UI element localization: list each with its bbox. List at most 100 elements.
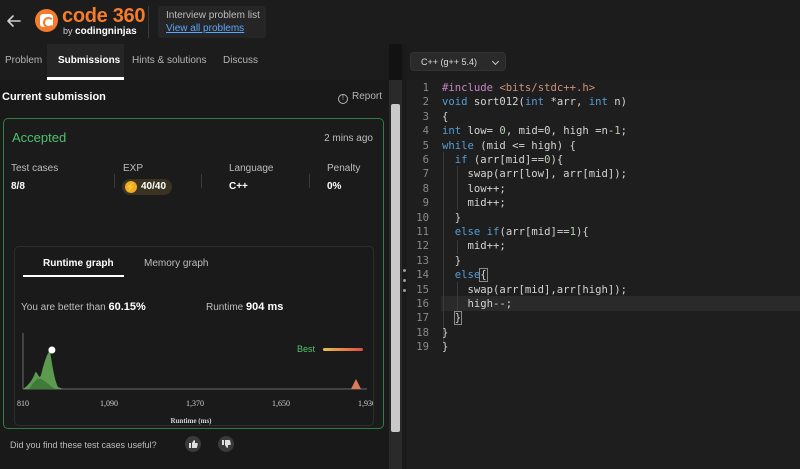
better-than-label: You are better than (21, 302, 106, 313)
code-line: low++; (442, 182, 506, 195)
code-line: while (mid <= high) { (442, 139, 576, 152)
code-line: void sort012(int *arr, int n) (442, 96, 627, 109)
better-than-value: 60.15% (108, 301, 146, 313)
logo-by: by (63, 26, 73, 36)
code-line: #include <bits/stdc++.h> (442, 82, 596, 94)
line-number: 12 (416, 240, 429, 253)
code-line: else{ (454, 268, 488, 283)
line-number: 8 (422, 182, 429, 195)
code-line: swap(arr[mid],arr[high]); (442, 283, 627, 296)
lightning-icon: ⚡ (125, 181, 137, 193)
submission-card: Accepted 2 mins ago Test cases 8/8 EXP ⚡… (3, 118, 384, 429)
left-panel: Problem Submissions Hints & solutions Di… (0, 44, 389, 469)
editor-header: C++ (g++ 5.4) (407, 44, 800, 80)
code-line: } (442, 254, 462, 267)
line-number: 13 (416, 254, 429, 267)
code-line: } (442, 341, 449, 354)
chart-area-tail (351, 379, 361, 389)
info-circle-icon: ! (338, 94, 348, 104)
tab-underline (47, 77, 124, 80)
stat-separator (201, 174, 202, 188)
code-line: mid++; (442, 240, 506, 253)
line-number: 1 (422, 82, 429, 94)
chart-x-tick-label: 1,650 (272, 399, 290, 408)
code360-logo-icon[interactable] (35, 9, 58, 32)
tab-runtime-graph[interactable]: Runtime graph (43, 258, 114, 269)
back-arrow-icon[interactable] (4, 9, 24, 33)
top-divider (148, 6, 149, 38)
chart-x-tick-label: 1,930 (358, 399, 373, 408)
stat-test-cases-value: 8/8 (11, 181, 25, 192)
report-button[interactable]: ! Report (338, 91, 382, 104)
line-number: 3 (422, 110, 429, 123)
tab-problem[interactable]: Problem (5, 55, 42, 66)
runtime-text: Runtime 904 ms (206, 301, 283, 313)
left-panel-scrollbar[interactable] (389, 80, 402, 469)
code-line: mid++; (442, 197, 506, 210)
tab-hints-solutions[interactable]: Hints & solutions (132, 55, 206, 66)
line-number: 11 (416, 226, 429, 238)
graph-tab-underline (23, 275, 124, 277)
chart-legend-best: Best (297, 344, 316, 354)
code-line: if (arr[mid]==0){ (454, 154, 564, 166)
language-select[interactable]: C++ (g++ 5.4) (410, 52, 506, 71)
thumbs-down-button[interactable] (218, 436, 234, 452)
tab-discuss[interactable]: Discuss (223, 55, 258, 66)
code-line: int low= 0, mid=0, high =n-1; (442, 125, 628, 138)
submission-time: 2 mins ago (324, 133, 373, 144)
chart-legend-bar (323, 348, 363, 351)
stat-language-value: C++ (229, 181, 248, 192)
stat-test-cases-label: Test cases (11, 163, 59, 174)
chart-runtime-marker (48, 346, 56, 354)
stat-exp-label: EXP (123, 163, 144, 174)
logo-name[interactable]: code 360 (62, 5, 146, 28)
scrollbar-thumb[interactable] (391, 104, 400, 432)
splitter-handle-dot (403, 279, 406, 282)
splitter-handle-dot (403, 289, 406, 292)
stat-separator (114, 174, 115, 188)
graph-card: Runtime graph Memory graph You are bette… (14, 246, 374, 426)
line-number: 6 (422, 154, 429, 166)
status-accepted: Accepted (12, 130, 67, 145)
code-editor[interactable]: 1 2 3 4 5 6 7 8 9 10 11 12 13 14 15 16 17 18 19 #include <… (407, 80, 800, 469)
stat-penalty-value: 0% (327, 181, 342, 192)
chart-x-tick-label: 1,090 (100, 399, 118, 408)
chart-x-label: Runtime (ms) (170, 417, 212, 425)
line-number: 2 (422, 96, 429, 109)
runtime-value: 904 ms (246, 301, 284, 313)
problem-list-title: Interview problem list (166, 10, 260, 21)
problem-list-box: Interview problem list View all problems (158, 6, 266, 38)
exp-badge: ⚡ 40/40 (122, 179, 172, 195)
language-select-value: C++ (g++ 5.4) (421, 57, 478, 67)
chart-x-tick-label: 1,370 (186, 399, 204, 408)
line-number: 19 (416, 341, 429, 354)
line-number: 17 (416, 312, 429, 325)
stat-penalty-label: Penalty (327, 163, 361, 174)
tab-submissions[interactable]: Submissions (58, 55, 120, 66)
splitter-handle-dot (403, 269, 406, 272)
runtime-chart: Best 810 1,090 1,370 1,650 1,930 Runtime (ms… (17, 333, 373, 425)
top-bar: code 360 by codingninjas Interview probl… (0, 0, 800, 44)
chart-x-ticks: 810 1,090 1,370 1,650 1,930 (17, 399, 373, 408)
line-number: 15 (416, 283, 429, 296)
code-line: swap(arr[low], arr[mid]); (442, 168, 627, 181)
code-line: high--; (442, 298, 513, 310)
thumbs-up-button[interactable] (185, 436, 201, 452)
line-number: 4 (422, 125, 429, 138)
code-line: { (442, 110, 449, 123)
chevron-down-icon (491, 57, 500, 66)
view-all-problems-link[interactable]: View all problems (166, 23, 244, 34)
chart-x-tick-label: 810 (17, 399, 29, 408)
line-number: 7 (422, 168, 429, 181)
tab-memory-graph[interactable]: Memory graph (144, 258, 208, 269)
stat-language-label: Language (229, 163, 274, 174)
current-submission-title: Current submission (2, 91, 106, 103)
feedback-question: Did you find these test cases useful? (10, 440, 157, 450)
problem-tabs: Problem Submissions Hints & solutions Di… (0, 44, 389, 80)
line-number: 18 (416, 326, 429, 339)
line-number: 9 (422, 197, 429, 210)
line-number: 5 (422, 139, 429, 152)
code-line: } (453, 311, 463, 326)
report-label: Report (352, 91, 383, 102)
logo-brand: codingninjas (75, 26, 137, 37)
